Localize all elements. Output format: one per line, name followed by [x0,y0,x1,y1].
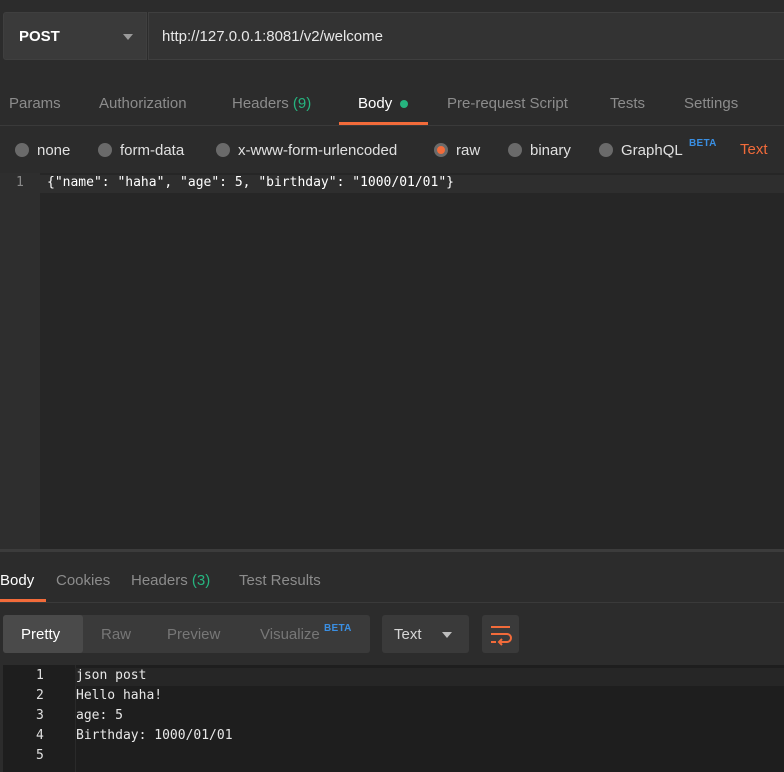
tab-tests[interactable]: Tests [610,95,645,112]
request-body-code[interactable]: {"name": "haha", "age": 5, "birthday": "… [47,175,454,190]
visualize-beta-badge: BETA [324,623,352,634]
response-tab-cookies[interactable]: Cookies [56,572,110,589]
radio-urlencoded-label[interactable]: x-www-form-urlencoded [238,142,397,159]
tab-params[interactable]: Params [9,95,61,112]
radio-graphql[interactable] [599,143,613,157]
radio-none-label[interactable]: none [37,142,70,159]
chevron-down-icon [442,632,452,638]
line-number: 1 [36,668,44,683]
line-number: 1 [16,175,24,190]
radio-raw-label[interactable]: raw [456,142,480,159]
visualize-button[interactable]: Visualize [260,626,320,643]
headers-count-badge: (9) [292,95,312,112]
response-tab-headers-label: Headers [131,572,188,589]
body-indicator-dot [400,100,408,108]
url-input[interactable]: http://127.0.0.1:8081/v2/welcome [148,12,784,60]
graphql-beta-badge: BETA [689,138,717,149]
url-text: http://127.0.0.1:8081/v2/welcome [162,28,383,45]
response-line: age: 5 [76,708,123,723]
method-label: POST [19,28,60,45]
response-line: Birthday: 1000/01/01 [76,728,233,743]
line-number: 2 [36,688,44,703]
tab-authorization[interactable]: Authorization [99,95,187,112]
response-tab-body[interactable]: Body [0,572,34,589]
active-tab-underline [339,122,428,125]
tab-prerequest-script[interactable]: Pre-request Script [447,95,568,112]
request-tabs: Params Authorization Headers (9) Body Pr… [0,84,784,126]
response-line: Hello haha! [76,688,163,703]
tab-headers-label: Headers [232,95,289,112]
tab-body[interactable]: Body [358,95,392,112]
line-number: 4 [36,728,44,743]
chevron-down-icon [123,34,133,40]
radio-raw[interactable] [434,143,448,157]
response-headers-count-badge: (3) [191,572,211,589]
response-tab-headers[interactable]: Headers (3) [131,572,210,589]
radio-graphql-label[interactable]: GraphQL [621,142,683,159]
raw-format-dropdown[interactable]: Text [740,141,768,158]
pane-resize-handle[interactable] [0,549,784,552]
response-format-label[interactable]: Text [394,626,422,643]
radio-none[interactable] [15,143,29,157]
line-number: 5 [36,748,44,763]
pretty-button-label[interactable]: Pretty [21,626,60,643]
wrap-lines-icon [491,626,512,646]
response-body-viewer[interactable]: 1 json post 2 Hello haha! 3 age: 5 4 Bir… [3,665,784,772]
tab-headers[interactable]: Headers (9) [232,95,311,112]
radio-form-data[interactable] [98,143,112,157]
radio-urlencoded[interactable] [216,143,230,157]
wrap-lines-button[interactable] [482,615,519,653]
editor-gutter [0,173,40,549]
response-tabs-divider [0,602,784,603]
active-line-highlight [75,668,784,686]
response-line: json post [76,668,147,683]
tab-settings[interactable]: Settings [684,95,738,112]
line-number: 3 [36,708,44,723]
radio-binary[interactable] [508,143,522,157]
radio-form-data-label[interactable]: form-data [120,142,184,159]
preview-button[interactable]: Preview [167,626,220,643]
raw-button[interactable]: Raw [101,626,131,643]
radio-binary-label[interactable]: binary [530,142,571,159]
request-body-editor[interactable]: 1 {"name": "haha", "age": 5, "birthday":… [0,173,784,549]
method-select[interactable]: POST [3,12,147,60]
request-url-bar: POST http://127.0.0.1:8081/v2/welcome [0,0,784,74]
response-tab-test-results[interactable]: Test Results [239,572,321,589]
